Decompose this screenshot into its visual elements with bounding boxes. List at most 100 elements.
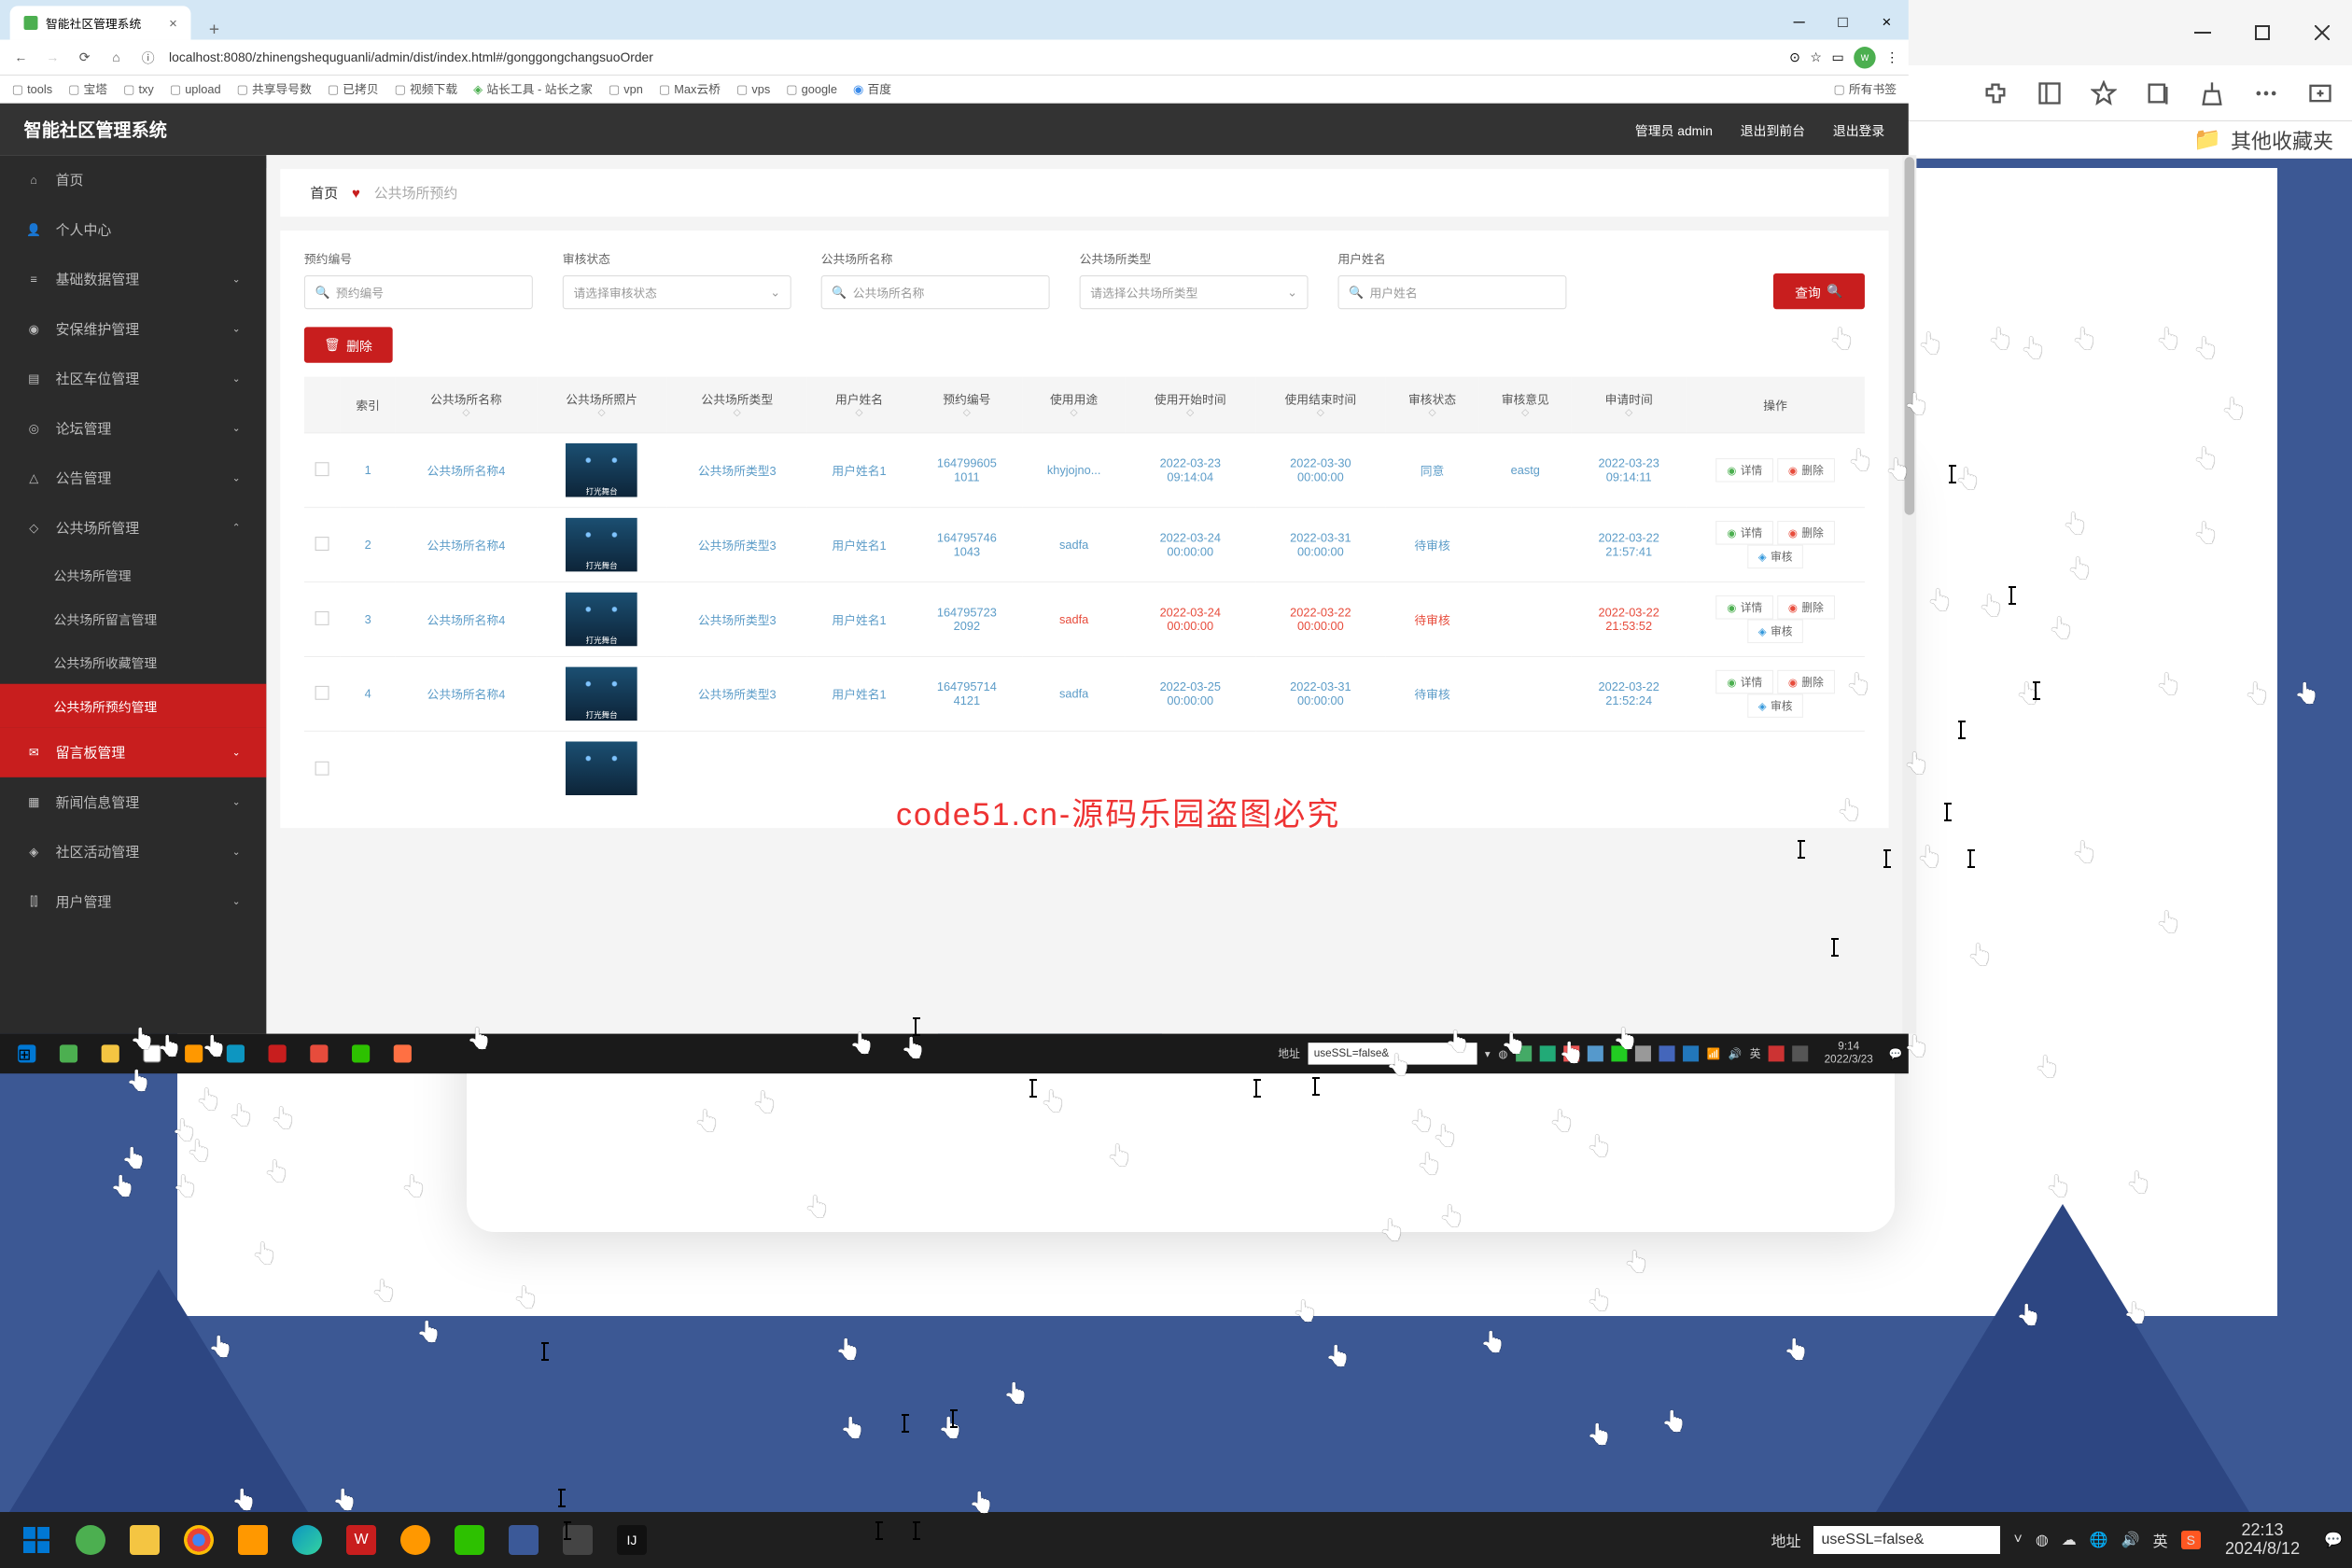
start-button[interactable]: ⊞ bbox=[6, 1036, 48, 1071]
cell-type[interactable]: 公共场所类型3 bbox=[666, 433, 807, 508]
taskbar-app[interactable] bbox=[48, 1036, 90, 1071]
sidebar-item-news[interactable]: ▦新闻信息管理⌄ bbox=[0, 777, 266, 827]
row-delete-button[interactable]: ◉删除 bbox=[1777, 521, 1834, 545]
sidebar-item-publicplace[interactable]: ◇公共场所管理⌃ bbox=[0, 503, 266, 553]
col-start[interactable]: 使用开始时间◇ bbox=[1125, 377, 1255, 433]
camera-icon[interactable]: ⊙ bbox=[1789, 49, 1800, 65]
taskbar-address-input[interactable]: useSSL=false& bbox=[1813, 1526, 2000, 1554]
taskbar-app[interactable] bbox=[388, 1516, 442, 1564]
user-name-input[interactable]: 🔍用户姓名 bbox=[1337, 275, 1566, 309]
cell-photo[interactable]: 打光舞台 bbox=[537, 508, 667, 582]
inner-minimize-button[interactable]: ─ bbox=[1777, 6, 1821, 39]
taskbar-wps[interactable] bbox=[257, 1036, 299, 1071]
taskbar-wechat[interactable] bbox=[340, 1036, 382, 1071]
sidebar-item-parking[interactable]: ▤社区车位管理⌄ bbox=[0, 354, 266, 403]
tab-actions-icon[interactable] bbox=[2307, 80, 2333, 106]
tray-icon[interactable] bbox=[1793, 1045, 1809, 1061]
taskbar-sublime[interactable] bbox=[226, 1516, 280, 1564]
notifications-icon[interactable]: 💬 bbox=[2324, 1531, 2343, 1549]
bookmark-item[interactable]: ▢宝塔 bbox=[68, 80, 107, 97]
cell-user[interactable]: 用户姓名1 bbox=[807, 582, 911, 657]
close-button[interactable] bbox=[2311, 21, 2333, 44]
col-code[interactable]: 预约编号◇ bbox=[911, 377, 1023, 433]
sidebar-item-activity[interactable]: ◈社区活动管理⌄ bbox=[0, 827, 266, 876]
col-index[interactable]: 索引 bbox=[340, 377, 396, 433]
tray-icon[interactable]: ◍ bbox=[2036, 1531, 2049, 1549]
notifications-icon[interactable]: 💬 bbox=[1889, 1047, 1903, 1060]
col-user[interactable]: 用户姓名◇ bbox=[807, 377, 911, 433]
sidebar-icon[interactable] bbox=[2037, 80, 2063, 106]
cell-name[interactable]: 公共场所名称4 bbox=[396, 433, 537, 508]
new-tab-button[interactable]: + bbox=[201, 19, 227, 39]
all-bookmarks-button[interactable]: ▢所有书签 bbox=[1834, 80, 1897, 97]
col-type[interactable]: 公共场所类型◇ bbox=[666, 377, 807, 433]
taskbar-edge[interactable] bbox=[280, 1516, 334, 1564]
volume-icon[interactable]: 🔊 bbox=[2121, 1531, 2140, 1549]
place-name-input[interactable]: 🔍公共场所名称 bbox=[821, 275, 1050, 309]
cell-photo[interactable]: 打光舞台 bbox=[537, 582, 667, 657]
taskbar-app3[interactable] bbox=[551, 1516, 605, 1564]
reader-icon[interactable]: ▭ bbox=[1831, 49, 1843, 65]
tray-icon[interactable] bbox=[1659, 1045, 1674, 1061]
bookmark-item[interactable]: ▢google bbox=[786, 82, 837, 96]
tray-icon[interactable] bbox=[1588, 1045, 1603, 1061]
sidebar-item-security[interactable]: ◉安保维护管理⌄ bbox=[0, 304, 266, 354]
sidebar-sub-place-msg[interactable]: 公共场所留言管理 bbox=[0, 596, 266, 640]
taskbar-address-input[interactable]: useSSL=false& bbox=[1308, 1043, 1477, 1064]
row-checkbox[interactable] bbox=[315, 762, 329, 776]
taskbar-explorer[interactable] bbox=[90, 1036, 132, 1071]
bookmark-item[interactable]: ◈站长工具 - 站长之家 bbox=[473, 80, 593, 97]
row-checkbox[interactable] bbox=[315, 537, 329, 551]
taskbar-idea[interactable]: IJ bbox=[605, 1516, 659, 1564]
tray-icon[interactable] bbox=[1540, 1045, 1556, 1061]
bookmark-item[interactable]: ▢tools bbox=[12, 82, 52, 96]
sidebar-sub-place-manage[interactable]: 公共场所管理 bbox=[0, 553, 266, 596]
audit-button[interactable]: ◈审核 bbox=[1747, 545, 1803, 569]
taskbar-sublime[interactable] bbox=[173, 1036, 215, 1071]
bookmark-star-icon[interactable]: ☆ bbox=[1810, 49, 1821, 65]
bookmark-item[interactable]: ▢Max云桥 bbox=[659, 80, 721, 97]
search-button[interactable]: 查询🔍 bbox=[1773, 273, 1865, 309]
tray-icon[interactable] bbox=[1516, 1045, 1532, 1061]
place-type-select[interactable]: 请选择公共场所类型⌄ bbox=[1080, 275, 1309, 309]
row-checkbox[interactable] bbox=[315, 685, 329, 699]
col-end[interactable]: 使用结束时间◇ bbox=[1255, 377, 1386, 433]
col-apply[interactable]: 申请时间◇ bbox=[1572, 377, 1686, 433]
taskbar-explorer[interactable] bbox=[118, 1516, 172, 1564]
col-purpose[interactable]: 使用用途◇ bbox=[1023, 377, 1126, 433]
sidebar-item-profile[interactable]: 👤个人中心 bbox=[0, 204, 266, 254]
col-opinion[interactable]: 审核意见◇ bbox=[1478, 377, 1572, 433]
taskbar-360[interactable] bbox=[63, 1516, 118, 1564]
taskbar-app2[interactable] bbox=[497, 1516, 551, 1564]
cell-name[interactable]: 公共场所名称4 bbox=[396, 508, 537, 582]
taskbar-app3[interactable] bbox=[382, 1036, 424, 1071]
extensions-icon[interactable] bbox=[1982, 80, 2009, 106]
sidebar-item-announce[interactable]: △公告管理⌄ bbox=[0, 454, 266, 503]
exit-to-front-button[interactable]: 退出到前台 bbox=[1741, 119, 1805, 138]
cell-photo[interactable]: 打光舞台 bbox=[537, 656, 667, 731]
bookmark-item[interactable]: ▢共享导号数 bbox=[237, 80, 312, 97]
tray-chevron-icon[interactable]: ˅ bbox=[2013, 1532, 2022, 1548]
cell-photo[interactable]: 打光舞台 bbox=[537, 433, 667, 508]
forward-button[interactable]: → bbox=[42, 49, 63, 64]
cell-type[interactable]: 公共场所类型3 bbox=[666, 508, 807, 582]
maximize-button[interactable] bbox=[2251, 21, 2274, 44]
audit-button[interactable]: ◈审核 bbox=[1747, 619, 1803, 643]
menu-icon[interactable]: ⋮ bbox=[1885, 49, 1898, 65]
bookmark-item[interactable]: ▢vps bbox=[736, 82, 770, 96]
sidebar-sub-place-fav[interactable]: 公共场所收藏管理 bbox=[0, 640, 266, 684]
cell-name[interactable]: 公共场所名称4 bbox=[396, 656, 537, 731]
volume-icon[interactable]: 🔊 bbox=[1729, 1047, 1743, 1060]
profile-avatar[interactable]: w bbox=[1854, 47, 1875, 68]
sidebar-sub-place-reserve[interactable]: 公共场所预约管理 bbox=[0, 684, 266, 728]
shopping-icon[interactable] bbox=[2199, 80, 2225, 106]
row-delete-button[interactable]: ◉删除 bbox=[1777, 595, 1834, 620]
taskbar-clock[interactable]: 22:132024/8/12 bbox=[2225, 1521, 2300, 1559]
taskbar-chrome[interactable] bbox=[132, 1036, 174, 1071]
audit-status-select[interactable]: 请选择审核状态⌄ bbox=[563, 275, 791, 309]
network-icon[interactable]: 📶 bbox=[1707, 1047, 1721, 1060]
cell-user[interactable]: 用户姓名1 bbox=[807, 656, 911, 731]
ime-icon[interactable]: 英 bbox=[1750, 1045, 1761, 1061]
sogou-icon[interactable]: S bbox=[2181, 1531, 2201, 1549]
home-button[interactable]: ⌂ bbox=[105, 49, 127, 64]
